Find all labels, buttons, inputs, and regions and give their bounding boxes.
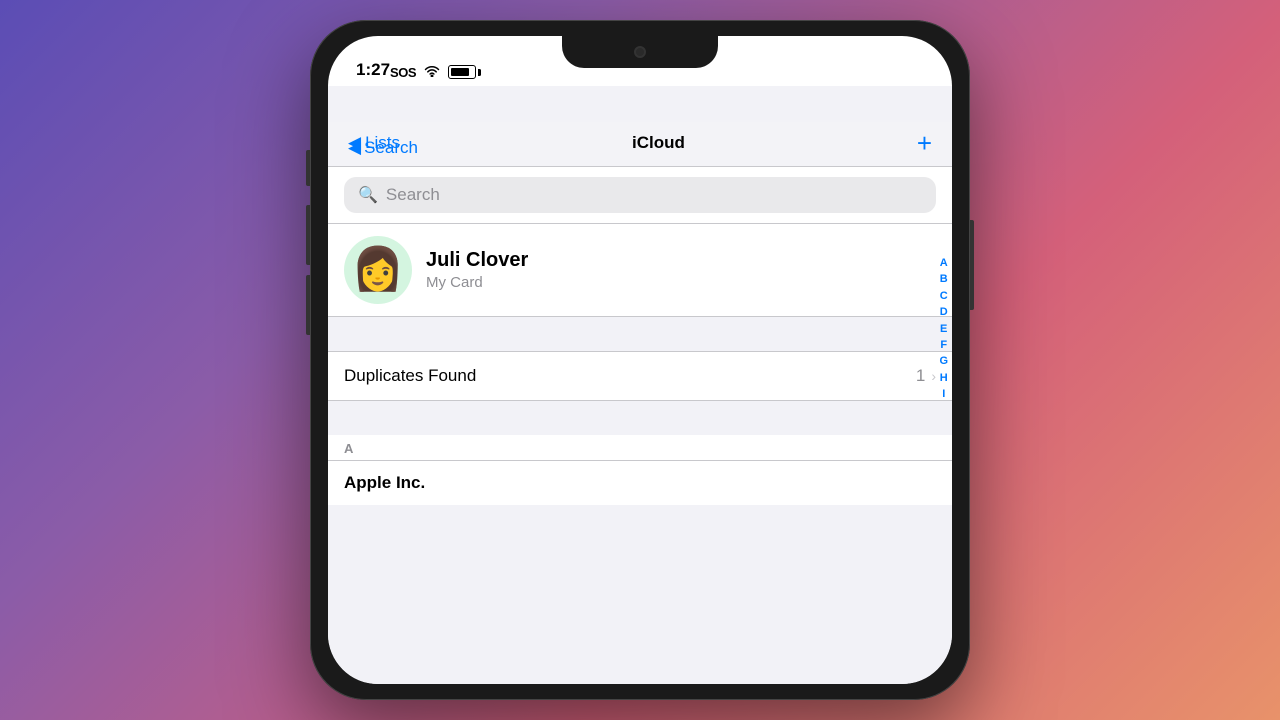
phone-frame: 1:27 SOS (310, 20, 970, 700)
contact-row-apple[interactable]: Apple Inc. (328, 460, 952, 505)
volume-up-button[interactable] (306, 205, 310, 265)
status-time: 1:27 (356, 60, 390, 80)
alpha-index-b[interactable]: B (939, 272, 948, 287)
my-card-info: Juli Clover My Card (426, 249, 936, 291)
mute-button[interactable] (306, 150, 310, 186)
battery-icon (448, 65, 481, 79)
contact-name: Juli Clover (426, 249, 936, 272)
section-gap-1 (328, 317, 952, 351)
alpha-index-h[interactable]: H (939, 371, 948, 386)
alpha-index-e[interactable]: E (939, 322, 948, 337)
search-bar[interactable]: 🔍 Search (344, 177, 936, 213)
alpha-index-i[interactable]: I (939, 387, 948, 402)
alphabet-index: ABCDEFGHI (939, 256, 948, 403)
wifi-icon (424, 64, 440, 80)
page-title: iCloud (632, 133, 685, 153)
status-back: ◀ Search (348, 138, 418, 158)
section-gap-2 (328, 401, 952, 435)
screen-content: ◀ Search ◀ Lists iCloud + 🔍 Search (328, 86, 952, 684)
phone-screen: 1:27 SOS (328, 36, 952, 684)
duplicates-right: 1 › (916, 366, 936, 386)
my-card-subtitle: My Card (426, 274, 936, 291)
contact-name-apple: Apple Inc. (344, 473, 936, 493)
duplicates-label: Duplicates Found (344, 366, 476, 386)
front-camera (634, 46, 646, 58)
chevron-right-icon: › (931, 368, 936, 384)
sos-indicator: SOS (390, 65, 416, 80)
alpha-index-c[interactable]: C (939, 289, 948, 304)
notch (562, 36, 718, 68)
duplicates-section: Duplicates Found 1 › (328, 351, 952, 401)
alpha-index-g[interactable]: G (939, 354, 948, 369)
search-section: 🔍 Search (328, 167, 952, 223)
power-button[interactable] (970, 220, 974, 310)
alpha-index-d[interactable]: D (939, 305, 948, 320)
back-label-search: Search (364, 138, 418, 158)
search-placeholder: Search (386, 185, 440, 205)
contacts-section-a: A Apple Inc. (328, 435, 952, 505)
section-header-a: A (328, 435, 952, 460)
navigation-bar: ◀ Lists iCloud + (328, 122, 952, 167)
volume-down-button[interactable] (306, 275, 310, 335)
my-card-row[interactable]: 👩 Juli Clover My Card (328, 224, 952, 317)
duplicates-row[interactable]: Duplicates Found 1 › (328, 352, 952, 400)
add-button[interactable]: + (917, 130, 932, 156)
search-icon: 🔍 (358, 185, 378, 205)
alpha-index-f[interactable]: F (939, 338, 948, 353)
duplicates-count: 1 (916, 366, 925, 386)
alpha-index-a[interactable]: A (939, 256, 948, 271)
avatar-emoji: 👩 (352, 245, 404, 294)
avatar: 👩 (344, 236, 412, 304)
